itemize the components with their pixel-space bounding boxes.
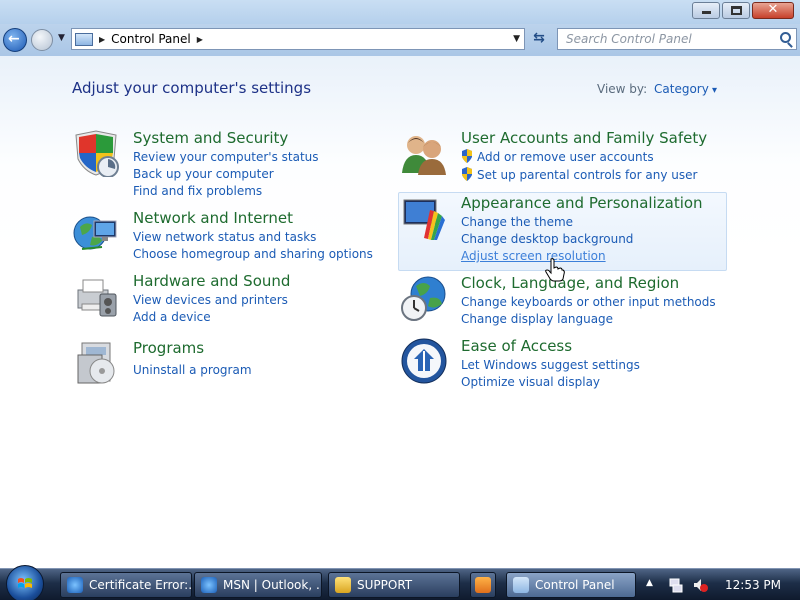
- forward-button[interactable]: [31, 29, 53, 51]
- folder-icon: [335, 577, 351, 593]
- hand-cursor-icon: [545, 258, 565, 282]
- maximize-button[interactable]: [722, 2, 750, 19]
- title-bar: ✕: [0, 0, 800, 24]
- volume-muted-icon[interactable]: [692, 577, 708, 593]
- category-title[interactable]: Hardware and Sound: [133, 272, 290, 290]
- close-icon: ✕: [767, 2, 779, 17]
- page-title: Adjust your computer's settings: [72, 79, 312, 97]
- category-hardware-sound: Hardware and Sound View devices and prin…: [72, 272, 372, 327]
- category-link[interactable]: Change the theme: [461, 215, 573, 229]
- internet-explorer-icon: [201, 577, 217, 593]
- control-panel-icon: [513, 577, 529, 593]
- view-by-label: View by:: [597, 82, 648, 96]
- uac-shield-icon: [462, 167, 472, 181]
- category-link[interactable]: Set up parental controls for any user: [477, 168, 697, 182]
- taskbar-button-label: MSN | Outlook, ...: [223, 578, 322, 592]
- category-ease-of-access: Ease of Access Let Windows suggest setti…: [400, 337, 730, 392]
- minimize-icon: [702, 11, 711, 14]
- category-link[interactable]: Change keyboards or other input methods: [461, 295, 716, 309]
- refresh-button[interactable]: ⇆: [528, 30, 550, 48]
- taskbar-button-folder-support[interactable]: SUPPORT: [328, 572, 460, 598]
- category-link[interactable]: View devices and printers: [133, 293, 288, 307]
- search-box[interactable]: Search Control Panel: [557, 28, 797, 50]
- category-appearance: Appearance and Personalization Change th…: [400, 194, 730, 269]
- window-controls: ✕: [692, 2, 794, 19]
- category-link[interactable]: Optimize visual display: [461, 375, 600, 389]
- category-title[interactable]: Clock, Language, and Region: [461, 274, 679, 292]
- windows-logo-icon: [18, 578, 32, 588]
- minimize-button[interactable]: [692, 2, 720, 19]
- control-panel-icon: [75, 32, 93, 46]
- taskbar-button-control-panel[interactable]: Control Panel: [506, 572, 636, 598]
- category-title[interactable]: Network and Internet: [133, 209, 293, 227]
- category-clock-language-region: Clock, Language, and Region Change keybo…: [400, 274, 730, 329]
- internet-explorer-icon: [67, 577, 83, 593]
- category-link[interactable]: Change desktop background: [461, 232, 633, 246]
- category-link[interactable]: Choose homegroup and sharing options: [133, 247, 373, 261]
- category-title[interactable]: Appearance and Personalization: [461, 194, 703, 212]
- start-button[interactable]: [6, 565, 44, 600]
- taskbar-button-ie-certificate[interactable]: Certificate Error:...: [60, 572, 192, 598]
- printer-icon: [77, 279, 117, 317]
- navigation-bar: ← ▼ ▶ Control Panel ▶ ▼ ⇆ Search Control…: [0, 24, 800, 56]
- taskbar-button-ie-msn[interactable]: MSN | Outlook, ...: [194, 572, 322, 598]
- category-link[interactable]: Let Windows suggest settings: [461, 358, 640, 372]
- taskbar-button-label: Certificate Error:...: [89, 578, 192, 592]
- ease-of-access-icon: [401, 338, 447, 384]
- category-system-security: System and Security Review your computer…: [72, 129, 372, 199]
- taskbar-button-label: Control Panel: [535, 578, 615, 592]
- category-link[interactable]: Find and fix problems: [133, 184, 262, 198]
- search-icon[interactable]: [780, 32, 791, 43]
- maximize-icon: [731, 6, 742, 15]
- address-bar[interactable]: ▶ Control Panel ▶ ▼: [71, 28, 525, 50]
- category-link[interactable]: Add or remove user accounts: [477, 150, 654, 164]
- taskbar-button-label: SUPPORT: [357, 578, 413, 592]
- category-link[interactable]: Back up your computer: [133, 167, 274, 181]
- network-tray-icon[interactable]: [668, 577, 684, 593]
- category-user-accounts: User Accounts and Family Safety Add or r…: [400, 129, 730, 184]
- breadcrumb-control-panel[interactable]: Control Panel: [111, 32, 191, 46]
- appearance-monitor-icon: [403, 199, 445, 240]
- media-player-icon: [475, 577, 491, 593]
- uac-shield-icon: [462, 149, 472, 163]
- category-network-internet: Network and Internet View network status…: [72, 209, 373, 264]
- close-button[interactable]: ✕: [752, 2, 794, 19]
- view-by-dropdown[interactable]: Category: [654, 82, 717, 96]
- category-link[interactable]: Review your computer's status: [133, 150, 319, 164]
- breadcrumb-chevron-icon[interactable]: ▶: [197, 35, 203, 44]
- taskbar: Certificate Error:... MSN | Outlook, ...…: [0, 565, 800, 600]
- users-icon: [402, 136, 446, 175]
- category-link[interactable]: Change display language: [461, 312, 613, 326]
- category-link[interactable]: Add a device: [133, 310, 211, 324]
- recent-pages-dropdown[interactable]: ▼: [58, 33, 65, 43]
- category-title[interactable]: Ease of Access: [461, 337, 572, 355]
- breadcrumb-chevron-icon[interactable]: ▶: [99, 35, 105, 44]
- taskbar-button-media[interactable]: [470, 572, 496, 598]
- category-link[interactable]: View network status and tasks: [133, 230, 316, 244]
- category-link[interactable]: Adjust screen resolution: [461, 249, 606, 263]
- programs-icon: [77, 342, 115, 384]
- category-title[interactable]: Programs: [133, 339, 204, 357]
- back-arrow-icon: ←: [8, 31, 20, 47]
- show-hidden-icons-icon[interactable]: ▲: [646, 578, 653, 588]
- network-globe-icon: [73, 216, 117, 250]
- category-link[interactable]: Uninstall a program: [133, 363, 252, 377]
- address-dropdown-icon[interactable]: ▼: [513, 34, 520, 44]
- category-title[interactable]: User Accounts and Family Safety: [461, 129, 707, 147]
- security-shield-icon: [75, 130, 119, 177]
- back-button[interactable]: ←: [3, 28, 27, 52]
- category-title[interactable]: System and Security: [133, 129, 288, 147]
- category-programs: Programs Uninstall a program: [72, 339, 372, 389]
- system-clock[interactable]: 12:53 PM: [725, 578, 781, 592]
- clock-globe-icon: [401, 276, 446, 321]
- search-input[interactable]: Search Control Panel: [566, 32, 692, 46]
